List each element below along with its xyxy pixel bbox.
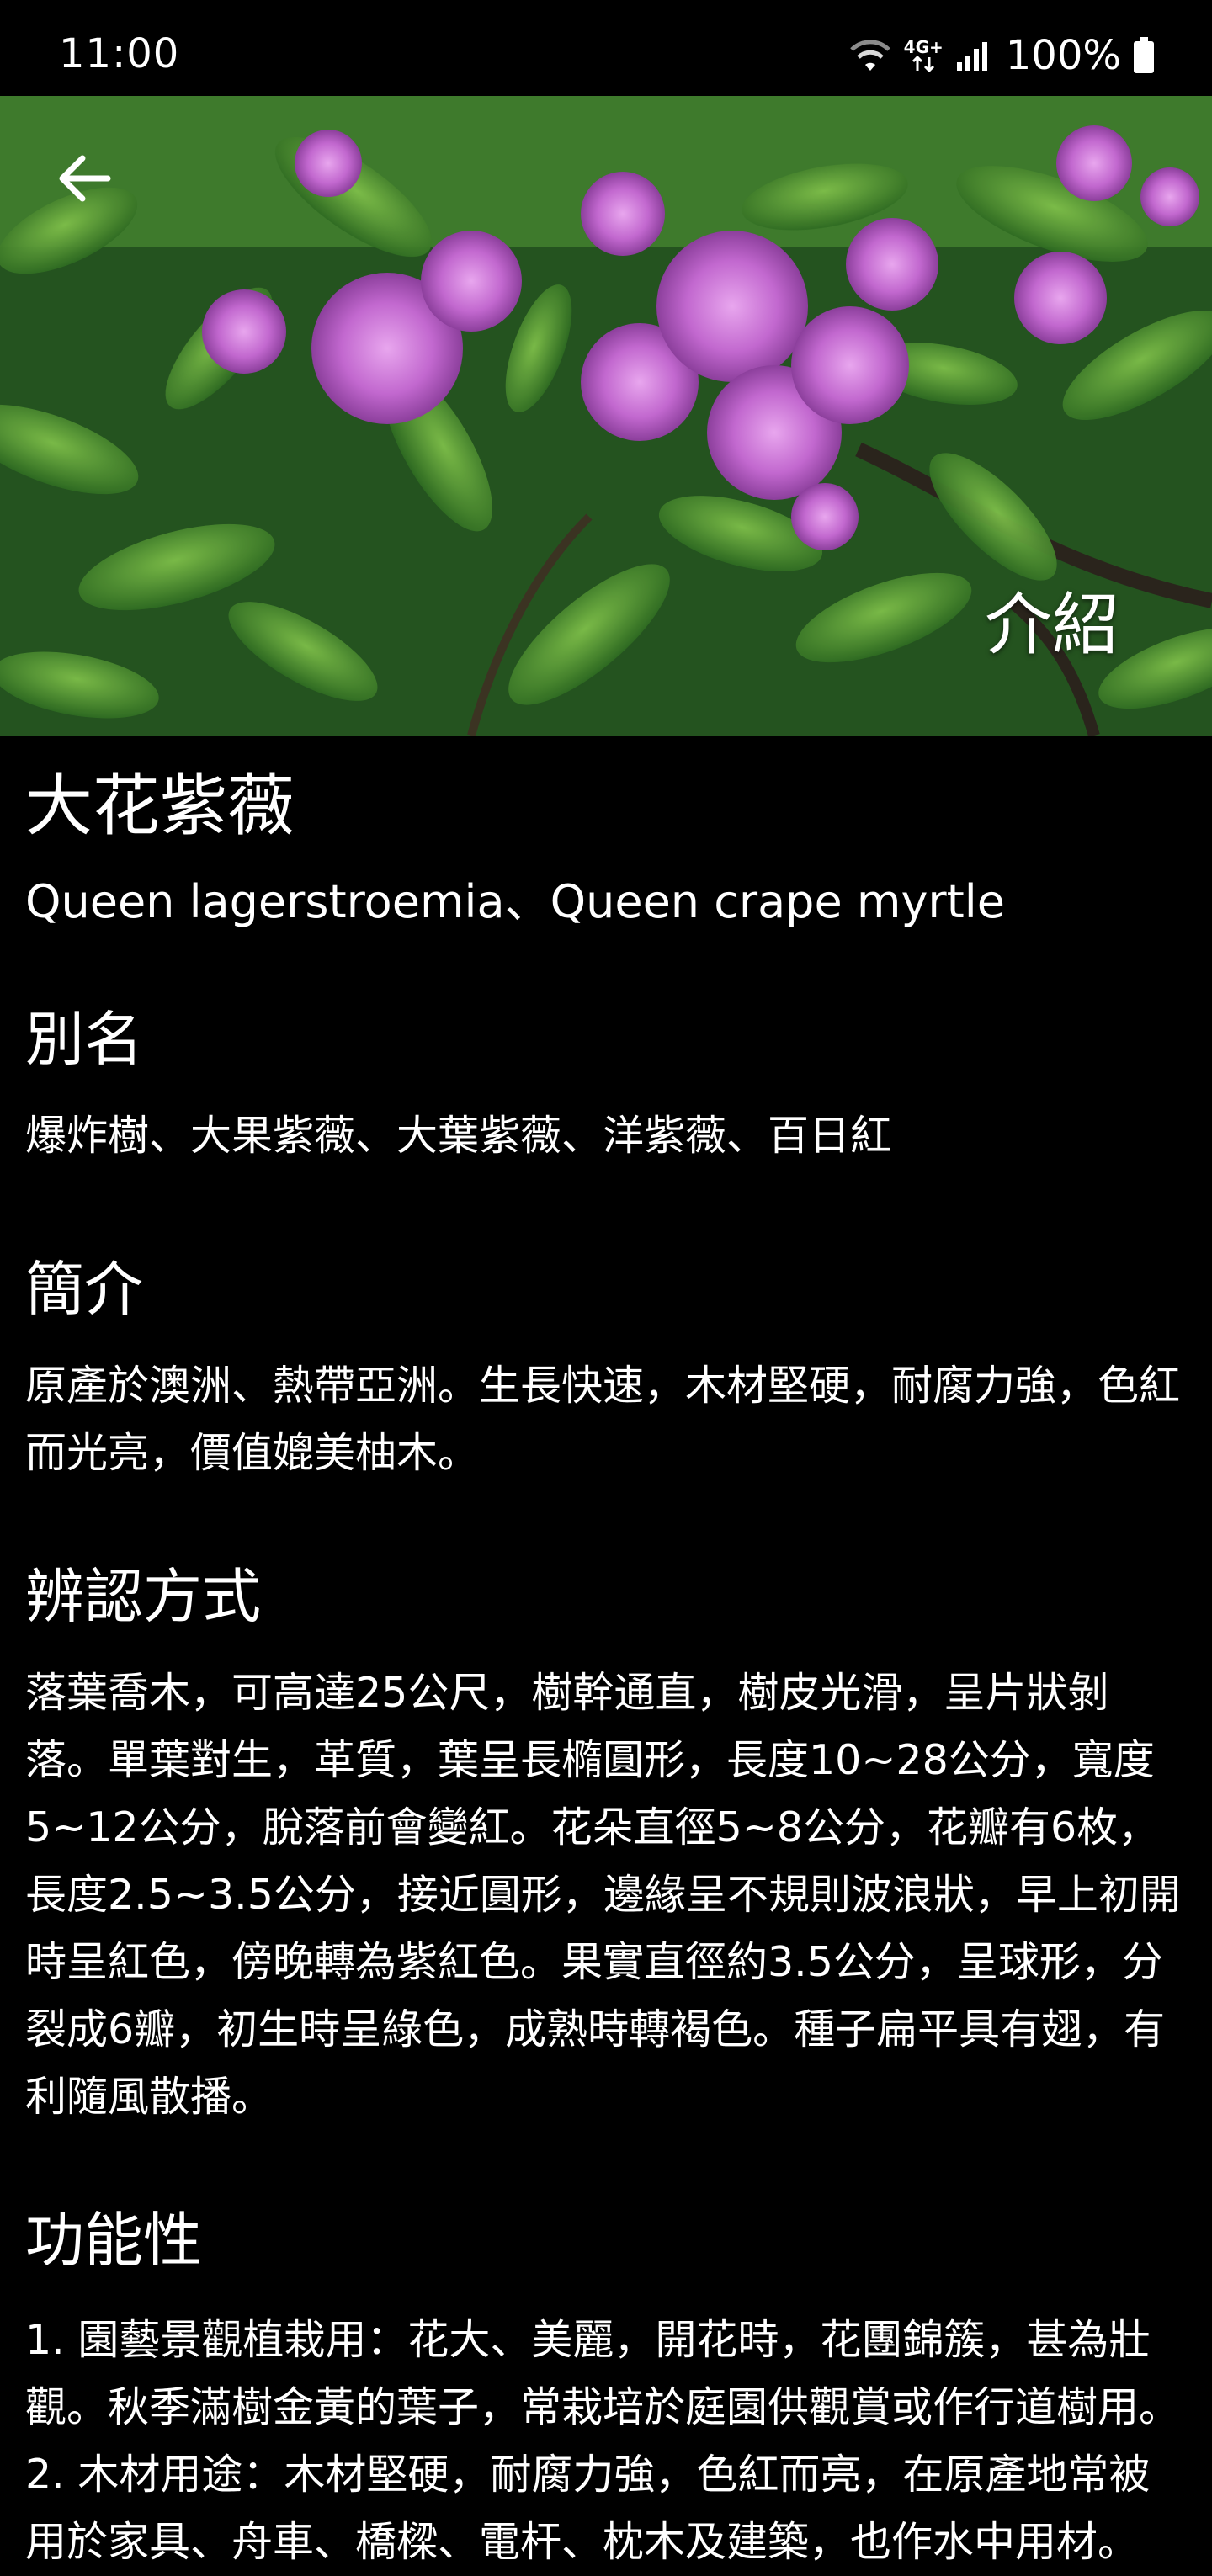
plant-name: 大花紫薇 xyxy=(25,767,295,845)
intro-section-body: 原產於澳洲、熱帶亞洲。生長快速，木材堅硬，耐腐力強，色紅而光亮，價值媲美柚木。 xyxy=(25,1361,1181,1477)
intro-section-title: 簡介 xyxy=(25,1254,143,1324)
hero-image: 介紹 xyxy=(0,96,1212,736)
signal-icon xyxy=(955,39,989,72)
wifi-icon xyxy=(848,39,892,72)
arrow-left-icon xyxy=(57,155,111,205)
battery-percent: 100% xyxy=(1005,32,1121,79)
status-icons: 4G+ 100% xyxy=(848,32,1155,79)
hero-title: 介紹 xyxy=(985,586,1119,664)
function-section-title: 功能性 xyxy=(25,2205,202,2275)
battery-icon xyxy=(1133,37,1155,74)
plant-english-name: Queen lagerstroemia、Queen crape myrtle xyxy=(25,875,1006,928)
alias-section-body: 爆炸樹、大果紫薇、大葉紫薇、洋紫薇、百日紅 xyxy=(25,1111,892,1160)
network-type-label: 4G+ xyxy=(903,37,944,57)
network-type-icon: 4G+ xyxy=(904,39,944,72)
status-bar: 11:00 4G+ 100% xyxy=(0,0,1212,96)
status-time: 11:00 xyxy=(59,30,180,77)
back-button[interactable] xyxy=(50,146,118,214)
alias-section-title: 別名 xyxy=(25,1004,143,1074)
plant-detail-content: 大花紫薇 Queen lagerstroemia、Queen crape myr… xyxy=(25,736,1187,2576)
function-list-item: 2. 木材用途：木材堅硬，耐腐力強，色紅而亮，在原產地常被用於家具、舟車、橋樑、… xyxy=(25,2450,1151,2566)
identification-section-body: 落葉喬木，可高達25公尺，樹幹通直，樹皮光滑，呈片狀剝落。單葉對生，革質，葉呈長… xyxy=(25,1668,1181,2121)
identification-section-title: 辨認方式 xyxy=(25,1561,261,1631)
function-list-item: 1. 園藝景觀植栽用：花大、美麗，開花時，花團錦簇，甚為壯觀。秋季滿樹金黃的葉子… xyxy=(25,2315,1181,2431)
